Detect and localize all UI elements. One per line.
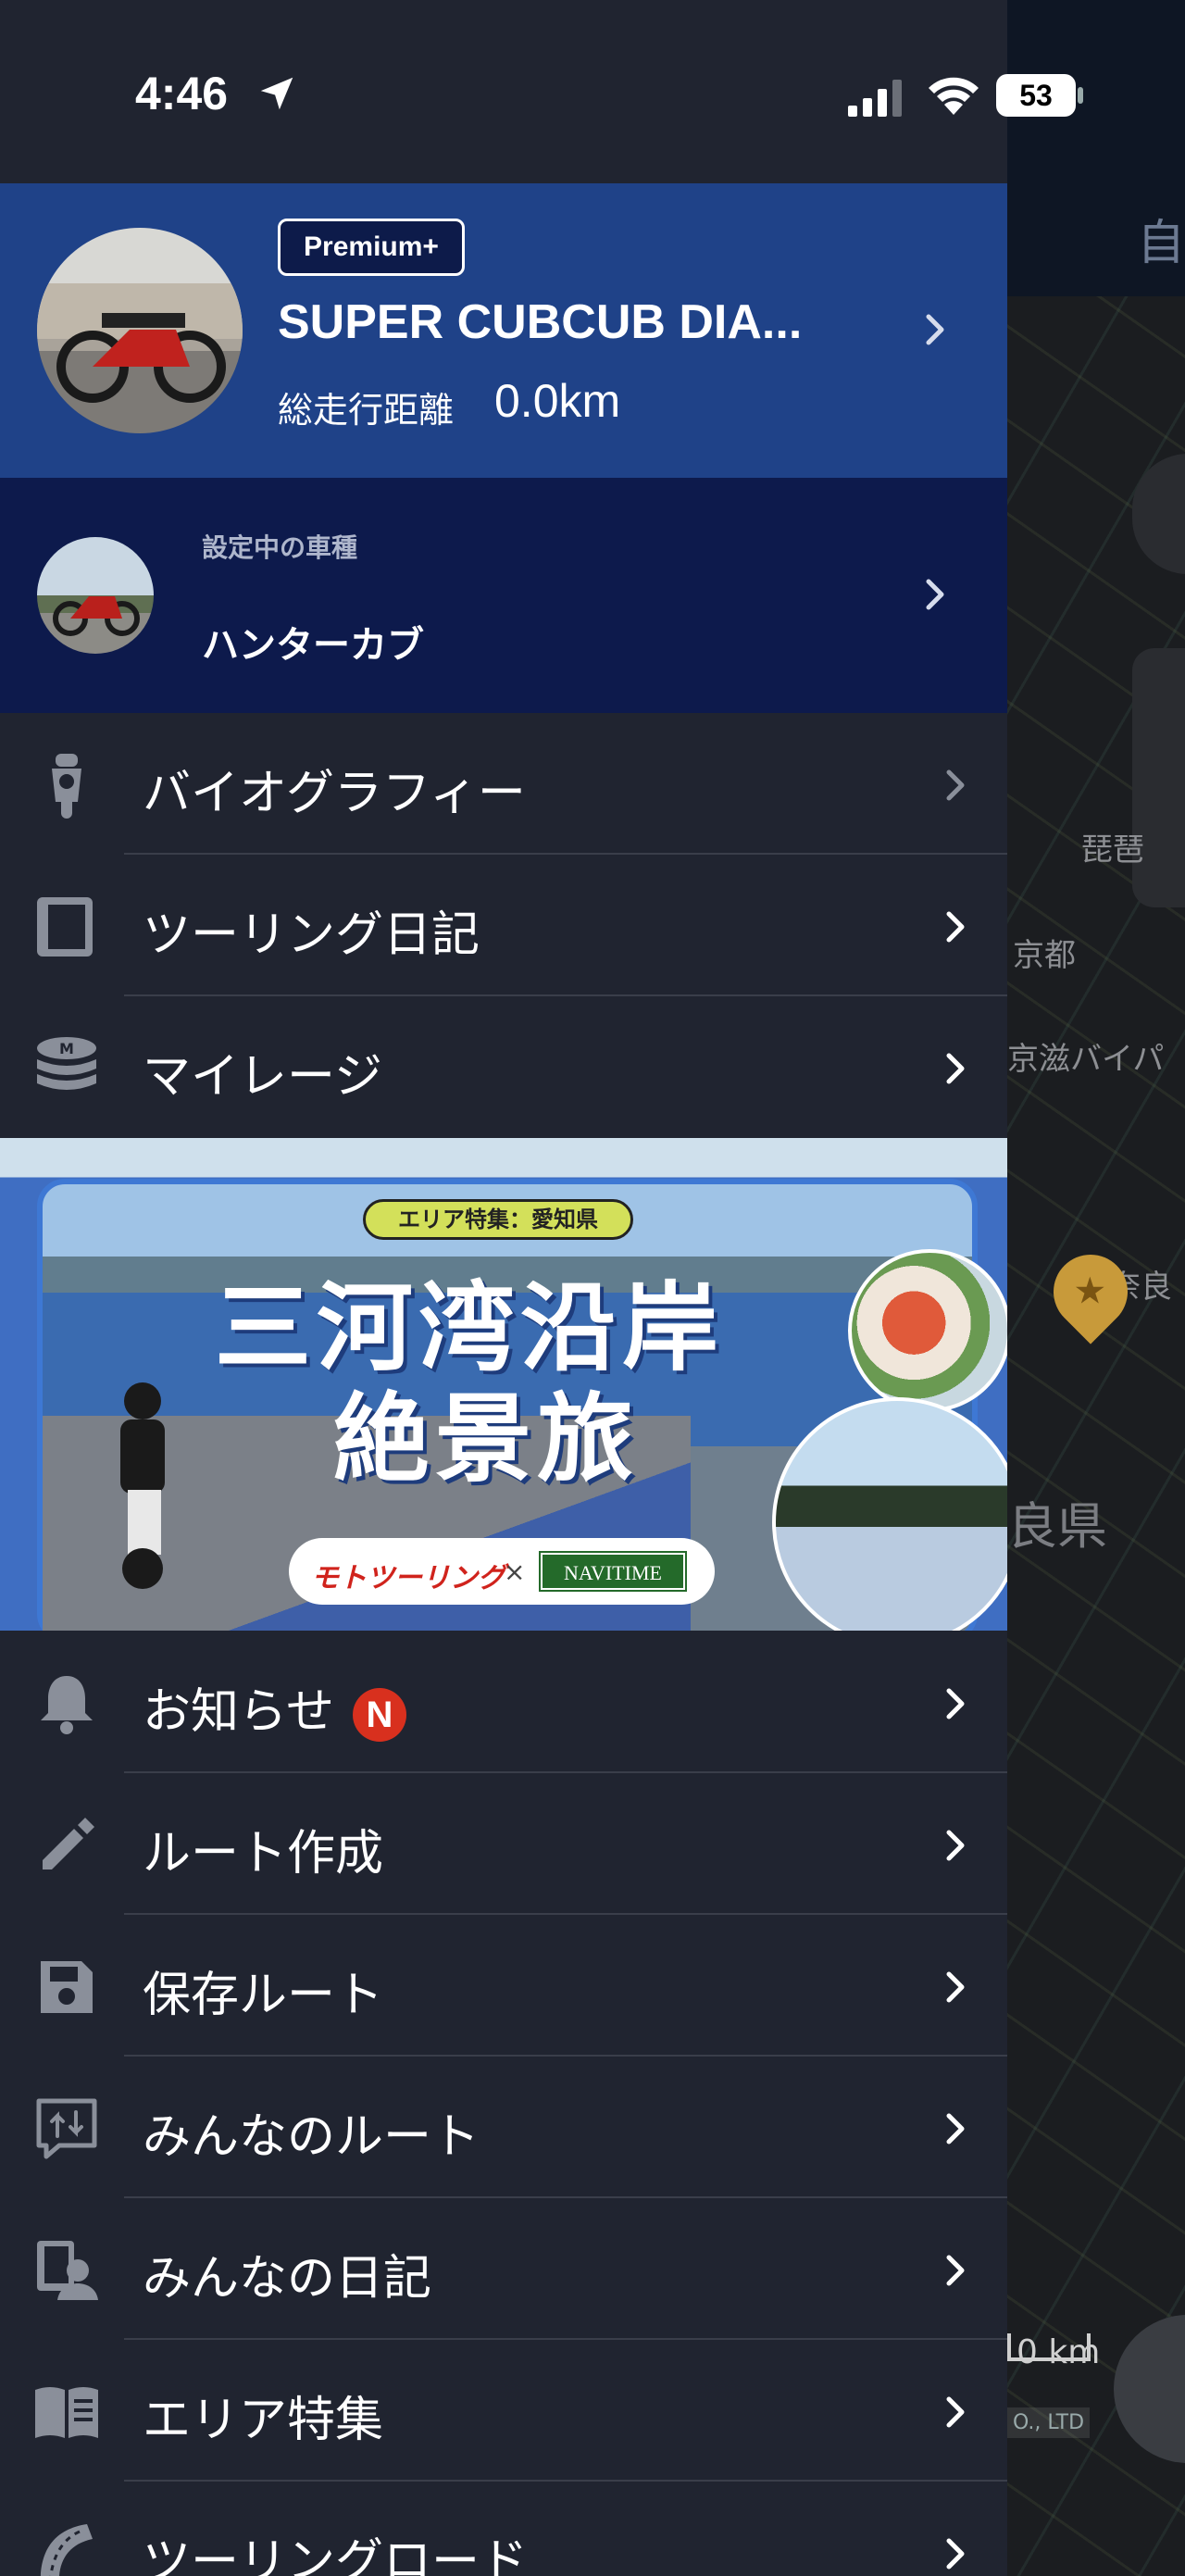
menu-item-touring-road[interactable]: ツーリングロード: [0, 2482, 1007, 2576]
chevron-right-icon: [946, 1053, 965, 1084]
user-diary-icon: [37, 2241, 98, 2300]
vehicle-photo: [53, 596, 140, 636]
wifi-icon: [929, 77, 979, 115]
menu-item-label: エリア特集: [143, 2393, 384, 2448]
map-tab-label[interactable]: 自: [1137, 204, 1185, 273]
menu-item-public-diaries[interactable]: みんなの日記: [0, 2198, 1007, 2340]
menu-item-touring-diary[interactable]: ツーリング日記: [0, 855, 1007, 996]
banner-food-photo: [848, 1249, 1007, 1412]
vehicle-setting-row[interactable]: 設定中の車種 ハンターカブ: [0, 478, 1007, 713]
menu-item-notifications[interactable]: お知らせ N: [0, 1632, 1007, 1773]
total-distance-value: 0.0km: [494, 375, 621, 427]
map-background[interactable]: 自 琵琶 京都 京滋バイパ 奈良 良県 ★ 0 km O., LTD: [1007, 0, 1185, 2576]
road-icon: [41, 2524, 93, 2576]
avatar: [37, 228, 243, 433]
menu-item-label: ツーリング日記: [143, 907, 480, 963]
open-book-icon: [35, 2387, 98, 2438]
chevron-right-icon: [946, 1971, 965, 2003]
navitime-logo: NAVITIME: [539, 1551, 687, 1592]
vehicle-avatar: [37, 537, 154, 654]
menu-item-biography[interactable]: バイオグラフィー: [0, 713, 1007, 855]
banner-logos: モトツーリング × NAVITIME: [289, 1538, 715, 1605]
chevron-right-icon: [946, 1688, 965, 1719]
chevron-right-icon: [946, 769, 965, 801]
menu-item-label: バイオグラフィー: [143, 766, 526, 821]
map-canvas[interactable]: [1007, 296, 1185, 2576]
status-time: 4:46: [135, 68, 229, 119]
menu-item-mileage[interactable]: M マイレージ: [0, 996, 1007, 1138]
menu-item-label: お知らせ N: [143, 1672, 406, 1742]
premium-badge: Premium+: [278, 219, 465, 276]
map-label: 良県: [1007, 1497, 1107, 1556]
chevron-right-icon: [926, 579, 944, 610]
route-share-icon: [36, 2098, 97, 2159]
chevron-right-icon: [926, 314, 944, 345]
rider-illustration: [120, 1382, 165, 1589]
status-bar: 4:46: [0, 0, 1007, 183]
side-drawer: 4:46 Premium+ SUPER CUBCUB DIA... 総走行距離 …: [0, 0, 1007, 2576]
chevron-right-icon: [946, 911, 965, 943]
banner-cross: ×: [504, 1557, 526, 1587]
menu-item-area-features[interactable]: エリア特集: [0, 2340, 1007, 2482]
signal-icon: [848, 80, 902, 117]
banner-title-line2: 絶景旅: [333, 1382, 640, 1495]
battery-tip-icon: [1078, 87, 1083, 104]
map-label: 京滋バイパ: [1007, 1041, 1165, 1078]
menu-item-public-routes[interactable]: みんなのルート: [0, 2057, 1007, 2198]
promo-banner[interactable]: エリア特集：愛知県 三河湾沿岸 絶景旅 モトツーリング × NAVITIME: [0, 1138, 1007, 1631]
bell-icon: [41, 1676, 93, 1734]
map-credit: O., LTD: [1007, 2407, 1091, 2438]
chevron-right-icon: [946, 2113, 965, 2145]
menu-item-label: ツーリングロード: [143, 2534, 529, 2576]
total-distance-label: 総走行距離: [278, 390, 455, 431]
new-badge: N: [352, 1688, 406, 1742]
chevron-right-icon: [946, 2255, 965, 2286]
pencil-icon: [43, 1818, 94, 1869]
profile-card[interactable]: Premium+ SUPER CUBCUB DIA... 総走行距離 0.0km: [0, 183, 1007, 478]
menu-item-label: みんなの日記: [143, 2251, 432, 2307]
map-label: 琵琶: [1081, 832, 1144, 869]
save-icon: [41, 1961, 93, 2013]
svg-text:M: M: [59, 1040, 74, 1057]
menu-item-create-route[interactable]: ルート作成: [0, 1773, 1007, 1915]
chevron-right-icon: [946, 2396, 965, 2428]
vehicle-label: 設定中の車種: [202, 532, 358, 563]
profile-name: SUPER CUBCUB DIA...: [278, 295, 803, 349]
menu-item-label: 保存ルート: [143, 1968, 384, 2023]
moto-touring-logo: モトツーリング: [311, 1562, 505, 1594]
menu-item-label: マイレージ: [143, 1049, 382, 1105]
motorcycle-photo: [37, 283, 243, 403]
chevron-right-icon: [946, 1830, 965, 1861]
battery-indicator: 53: [996, 74, 1076, 117]
motorcycle-icon: [52, 754, 81, 819]
coins-icon: M: [37, 1037, 96, 1090]
menu-item-label: ルート作成: [143, 1826, 384, 1882]
menu-item-saved-routes[interactable]: 保存ルート: [0, 1915, 1007, 2057]
vehicle-name: ハンターカブ: [202, 624, 424, 667]
book-icon: [37, 897, 93, 957]
map-label: 京都: [1013, 937, 1076, 974]
banner-tag: エリア特集：愛知県: [363, 1199, 633, 1240]
menu-item-label: みんなのルート: [143, 2109, 480, 2165]
map-scale-label: 0 km: [1017, 2333, 1101, 2371]
chevron-right-icon: [946, 2538, 965, 2570]
location-arrow-icon: [260, 77, 293, 110]
